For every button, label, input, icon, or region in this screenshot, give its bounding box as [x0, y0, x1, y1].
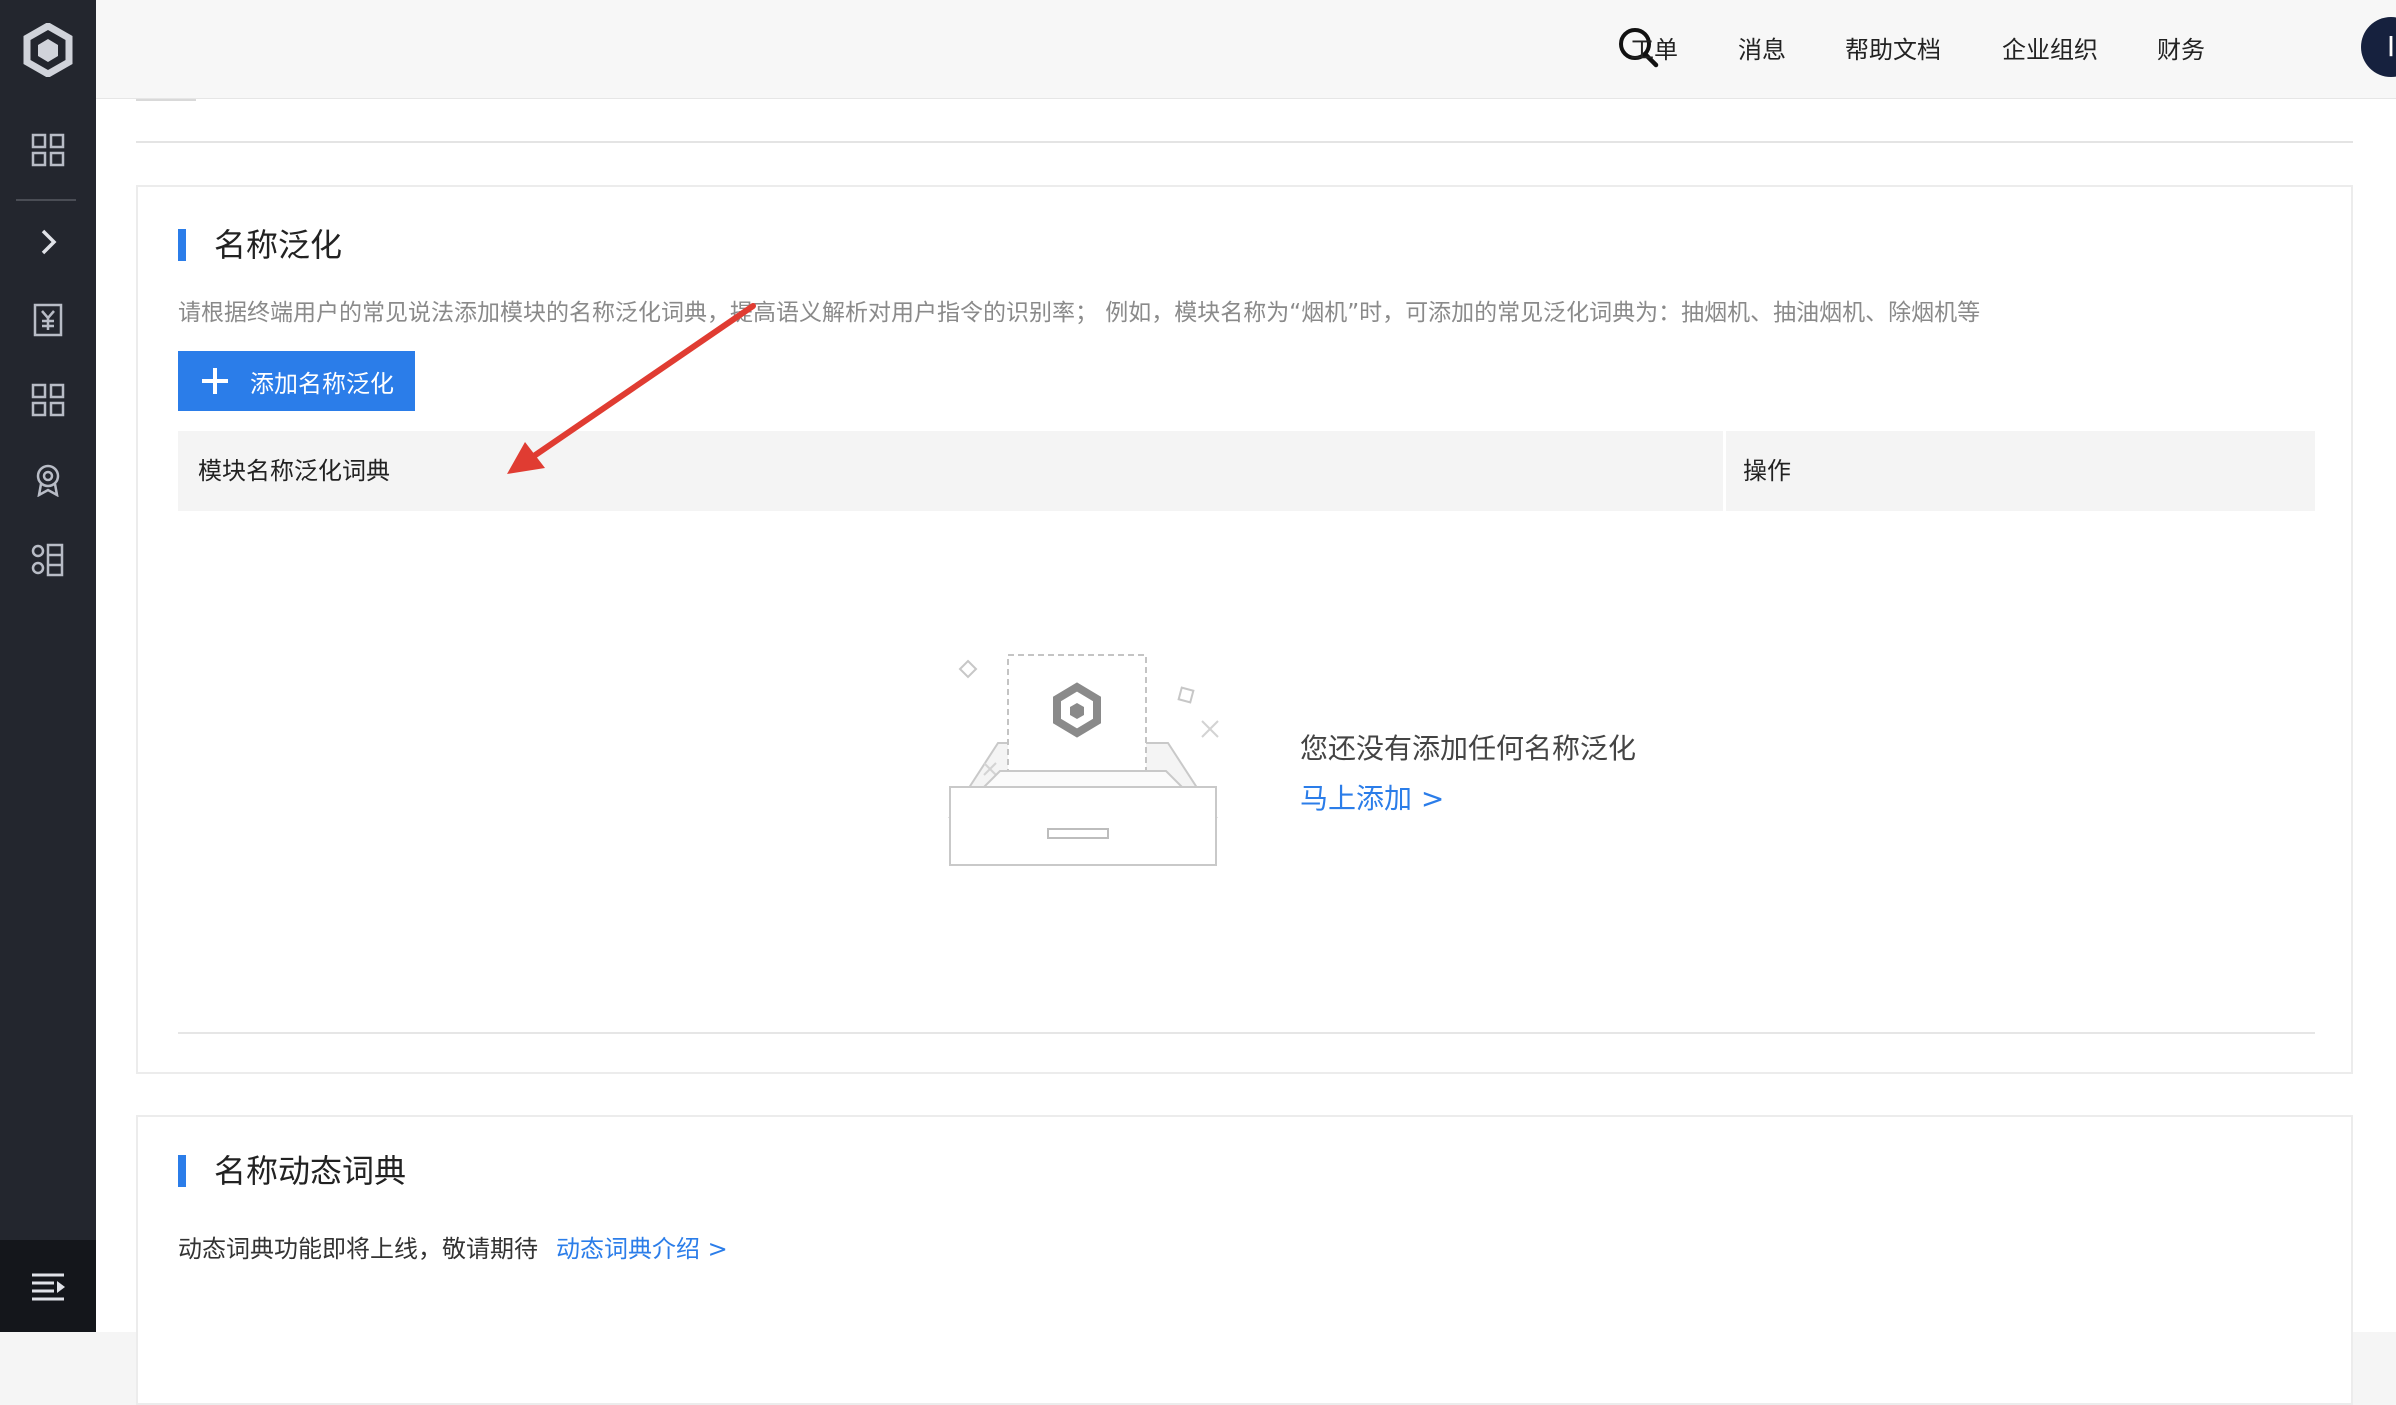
sidebar-item-billing[interactable] — [0, 288, 96, 352]
grid-icon — [31, 133, 65, 167]
top-header: 工单 消息 帮助文档 企业组织 财务 I — [96, 0, 2396, 99]
badge-icon — [36, 464, 60, 497]
main-content: 名称泛化 请根据终端用户的常见说法添加模块的名称泛化词典，提高语义解析对用户指令… — [96, 99, 2396, 1405]
sidebar-collapse-button[interactable] — [0, 1240, 96, 1332]
table-header: 模块名称泛化词典 操作 — [178, 431, 2315, 511]
nav-help-docs[interactable]: 帮助文档 — [1845, 32, 1941, 68]
column-header-actions: 操作 — [1743, 457, 1791, 485]
menu-collapse-icon — [32, 1273, 65, 1301]
grid-icon — [31, 383, 65, 417]
generalization-card: 名称泛化 请根据终端用户的常见说法添加模块的名称泛化词典，提高语义解析对用户指令… — [136, 185, 2353, 1074]
empty-state-message: 您还没有添加任何名称泛化 — [1300, 732, 1637, 765]
sidebar — [0, 0, 96, 1332]
section-title: 名称泛化 — [178, 223, 342, 267]
sidebar-expand[interactable] — [0, 210, 96, 274]
nav-organization[interactable]: 企业组织 — [2002, 32, 2098, 68]
empty-inbox-icon — [948, 654, 1219, 866]
nav-finance[interactable]: 财务 — [2157, 32, 2205, 68]
dynamic-dictionary-intro-link[interactable]: 动态词典介绍 > — [556, 1235, 728, 1263]
modules-icon — [31, 543, 64, 577]
section-description: 请根据终端用户的常见说法添加模块的名称泛化词典，提高语义解析对用户指令的识别率；… — [178, 300, 1981, 326]
cube-logo-icon[interactable] — [0, 14, 96, 86]
nav-ticket[interactable]: 工单 — [1630, 32, 1678, 68]
section-title: 名称动态词典 — [178, 1149, 406, 1193]
nav-messages[interactable]: 消息 — [1738, 32, 1786, 68]
add-now-link[interactable]: 马上添加 > — [1300, 777, 1444, 817]
divider — [136, 141, 2353, 143]
plus-icon — [202, 368, 228, 394]
sidebar-divider — [16, 199, 76, 201]
column-separator — [1723, 431, 1726, 511]
chevron-right-icon — [41, 229, 57, 255]
dynamic-dictionary-notice: 动态词典功能即将上线，敬请期待 动态词典介绍 > — [178, 1229, 728, 1264]
column-header-dictionary: 模块名称泛化词典 — [198, 457, 390, 485]
avatar[interactable]: I — [2361, 17, 2396, 77]
tab-indicator — [136, 99, 196, 101]
add-button-label: 添加名称泛化 — [250, 370, 394, 398]
sidebar-item-certification[interactable] — [0, 448, 96, 512]
sidebar-item-apps[interactable] — [0, 368, 96, 432]
table-bottom-border — [178, 1032, 2315, 1034]
sidebar-item-modules[interactable] — [0, 528, 96, 592]
notice-text: 动态词典功能即将上线，敬请期待 — [178, 1235, 538, 1263]
add-generalization-button[interactable]: 添加名称泛化 — [178, 351, 415, 411]
sidebar-item-overview[interactable] — [0, 118, 96, 182]
yuan-bill-icon — [33, 303, 63, 337]
dynamic-dictionary-card: 名称动态词典 动态词典功能即将上线，敬请期待 动态词典介绍 > — [136, 1115, 2353, 1405]
